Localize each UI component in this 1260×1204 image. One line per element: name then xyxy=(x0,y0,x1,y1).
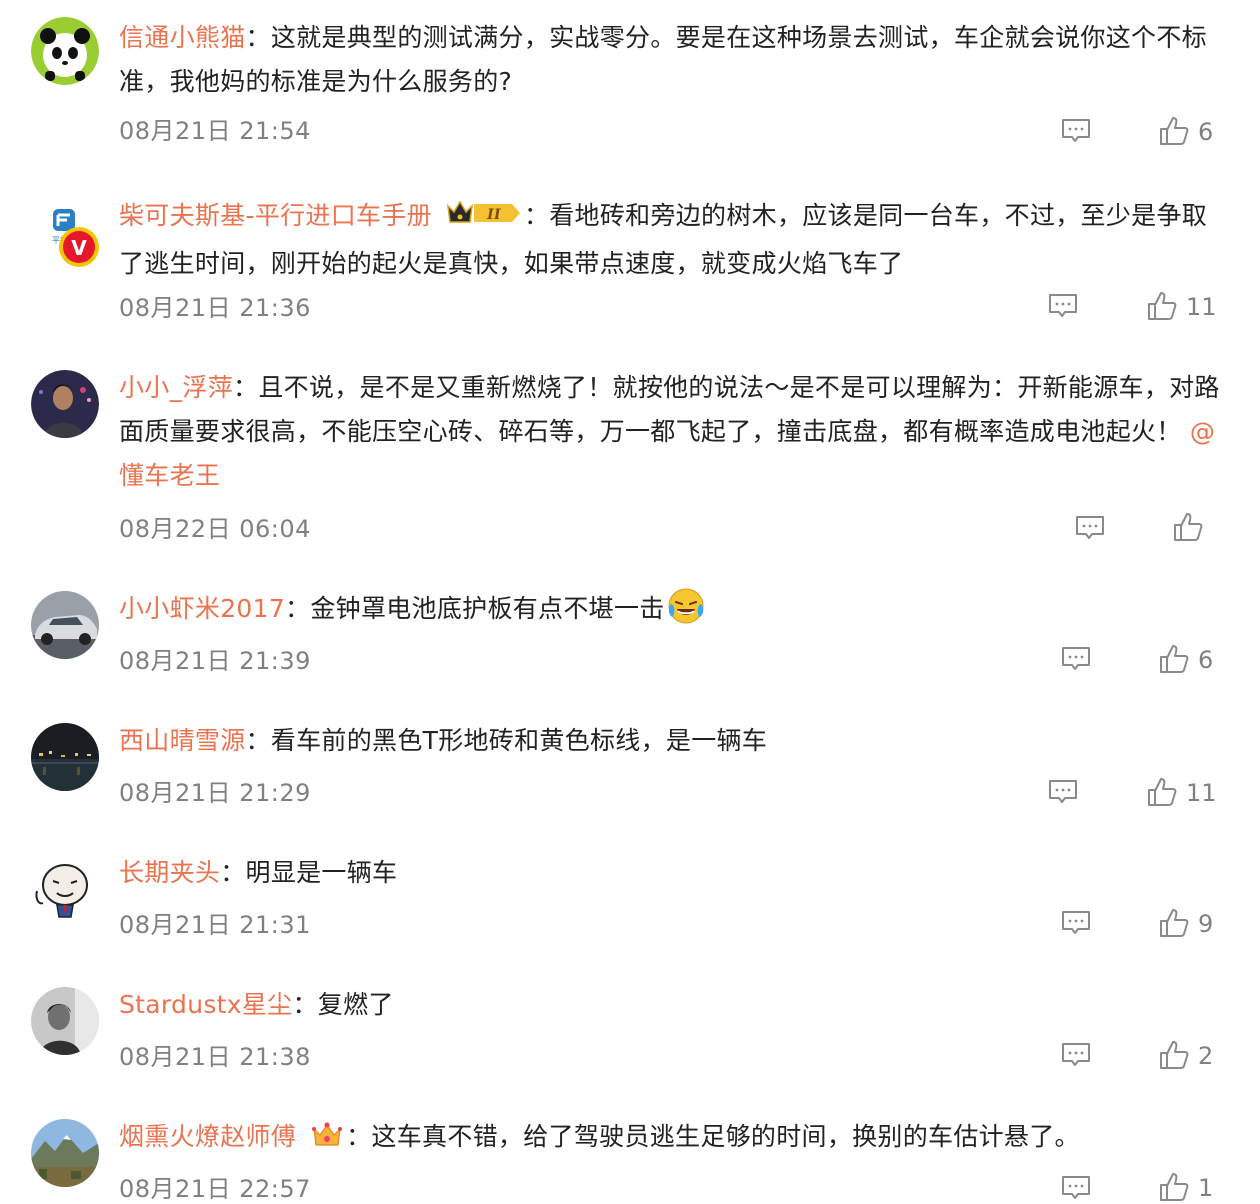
verified-mark: V xyxy=(71,236,87,260)
like-icon[interactable] xyxy=(1147,291,1177,321)
like-count: 11 xyxy=(1186,779,1217,807)
verified-v-icon: V xyxy=(59,227,99,267)
username-link[interactable]: Stardustx星尘 xyxy=(119,990,292,1019)
comment-text: 金钟罩电池底护板有点不堪一击 xyxy=(310,594,665,623)
comment-time: 08月21日 22:57 xyxy=(119,1175,311,1203)
comment-text-block: Stardustx星尘：复燃了 xyxy=(119,983,1224,1027)
separator: ： xyxy=(285,594,311,623)
avatar[interactable] xyxy=(31,370,99,438)
member-badge[interactable] xyxy=(310,1119,344,1163)
mountain-landscape-avatar-icon xyxy=(31,1119,99,1187)
crown-badge-icon xyxy=(312,1122,343,1146)
username-link[interactable]: 信通小熊猫 xyxy=(119,23,246,52)
comment-text: 复燃了 xyxy=(317,990,394,1019)
comment-text-block: 长期夹头：明显是一辆车 xyxy=(119,851,1224,895)
reply-icon[interactable] xyxy=(1061,910,1091,936)
like-count: 1 xyxy=(1198,1174,1214,1202)
separator: ： xyxy=(292,990,318,1019)
person-night-avatar-icon xyxy=(31,370,99,438)
like-count: 2 xyxy=(1198,1042,1214,1070)
username-link[interactable]: 柴可夫斯基-平行进口车手册 xyxy=(119,201,432,230)
username-link[interactable]: 小小虾米2017 xyxy=(119,594,285,623)
separator: ： xyxy=(346,1122,372,1151)
like-icon[interactable] xyxy=(1159,1040,1189,1070)
separator: ： xyxy=(245,23,271,52)
comment-time: 08月21日 21:36 xyxy=(119,294,311,322)
member-badge[interactable]: II xyxy=(446,198,522,242)
reply-icon[interactable] xyxy=(1048,779,1078,805)
comment-time: 08月21日 21:38 xyxy=(119,1043,311,1071)
comment-text: 这车真不错，给了驾驶员逃生足够的时间，换别的车估计悬了。 xyxy=(371,1122,1080,1151)
badge-level: II xyxy=(486,207,501,223)
comment-text: 且不说，是不是又重新燃烧了！就按他的说法～是不是可以理解为：开新能源车，对路面质… xyxy=(119,373,1220,446)
separator: ： xyxy=(523,201,550,230)
reply-icon[interactable] xyxy=(1075,515,1105,541)
avatar[interactable] xyxy=(31,1119,99,1187)
night-city-avatar-icon xyxy=(31,723,99,791)
like-icon[interactable] xyxy=(1159,1172,1189,1202)
comment-list: 信通小熊猫：这就是典型的测试满分，实战零分。要是在这种场景去测试，车企就会说你这… xyxy=(0,0,1260,1203)
reply-icon[interactable] xyxy=(1061,1175,1091,1201)
comment-text-block: 柴可夫斯基-平行进口车手册 II ：看地砖和旁边的树木，应该是同一台车，不过，至… xyxy=(119,194,1224,286)
like-icon[interactable] xyxy=(1147,777,1177,807)
comment-time: 08月21日 21:31 xyxy=(119,911,311,939)
panda-avatar-icon xyxy=(31,17,99,85)
separator: ： xyxy=(233,373,259,402)
like-icon[interactable] xyxy=(1159,644,1189,674)
avatar[interactable] xyxy=(31,17,99,85)
comment-text: 明显是一辆车 xyxy=(245,858,398,887)
avatar[interactable] xyxy=(31,987,99,1055)
avatar[interactable] xyxy=(31,855,99,923)
like-count: 9 xyxy=(1198,910,1214,938)
reply-icon[interactable] xyxy=(1061,646,1091,672)
like-count: 11 xyxy=(1186,293,1217,321)
car-photo-avatar-icon xyxy=(31,591,99,659)
bw-portrait-avatar-icon xyxy=(31,987,99,1055)
like-count: 6 xyxy=(1198,646,1214,674)
like-icon[interactable] xyxy=(1159,908,1189,938)
comment-time: 08月21日 21:39 xyxy=(119,647,311,675)
username-link[interactable]: 烟熏火燎赵师傅 xyxy=(119,1122,296,1151)
username-link[interactable]: 西山晴雪源 xyxy=(119,726,246,755)
reply-icon[interactable] xyxy=(1061,1042,1091,1068)
comment-text: 看车前的黑色T形地砖和黄色标线，是一辆车 xyxy=(270,726,768,755)
comment-text-block: 烟熏火燎赵师傅 ：这车真不错，给了驾驶员逃生足够的时间，换别的车估计悬了。 xyxy=(119,1115,1224,1163)
comment-time: 08月21日 21:54 xyxy=(119,117,311,145)
comment-time: 08月22日 06:04 xyxy=(119,515,311,543)
username-link[interactable]: 长期夹头 xyxy=(119,858,220,887)
avatar[interactable] xyxy=(31,591,99,659)
like-icon[interactable] xyxy=(1159,116,1189,146)
cartoon-face-avatar-icon xyxy=(31,855,99,923)
like-icon[interactable] xyxy=(1173,512,1203,542)
username-link[interactable]: 小小_浮萍 xyxy=(119,373,233,402)
reply-icon[interactable] xyxy=(1048,293,1078,319)
comment-text-block: 小小虾米2017：金钟罩电池底护板有点不堪一击 xyxy=(119,587,1224,639)
separator: ： xyxy=(245,726,271,755)
separator: ： xyxy=(220,858,246,887)
comment-text: 这就是典型的测试满分，实战零分。要是在这种场景去测试，车企就会说你这个不标准，我… xyxy=(119,23,1207,96)
crown-member-badge-icon: II xyxy=(446,200,520,223)
reply-icon[interactable] xyxy=(1061,118,1091,144)
comment-time: 08月21日 21:29 xyxy=(119,779,311,807)
like-count: 6 xyxy=(1198,118,1214,146)
comment-text-block: 信通小熊猫：这就是典型的测试满分，实战零分。要是在这种场景去测试，车企就会说你这… xyxy=(119,16,1224,104)
comment-text-block: 西山晴雪源：看车前的黑色T形地砖和黄色标线，是一辆车 xyxy=(119,719,1224,763)
comment-text-block: 小小_浮萍：且不说，是不是又重新燃烧了！就按他的说法～是不是可以理解为：开新能源… xyxy=(119,366,1224,498)
laugh-cry-emoji-icon xyxy=(667,587,705,639)
avatar[interactable] xyxy=(31,723,99,791)
